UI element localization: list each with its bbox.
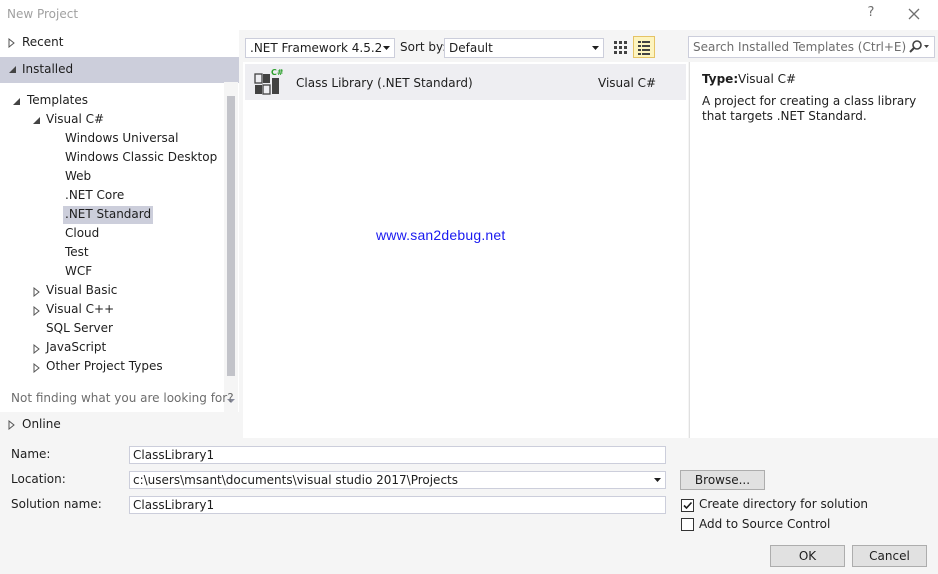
- sortby-dropdown[interactable]: Default: [444, 38, 604, 58]
- add-source-control-label[interactable]: Add to Source Control: [699, 517, 830, 531]
- name-label: Name:: [11, 447, 51, 461]
- tree-item-other-project-types[interactable]: Other Project Types: [44, 358, 165, 376]
- search-placeholder: Search Installed Templates (Ctrl+E): [693, 40, 907, 54]
- tree-item-windows-classic-desktop[interactable]: Windows Classic Desktop: [63, 149, 219, 167]
- window-title: New Project: [7, 7, 79, 21]
- small-icons-view-button[interactable]: [609, 36, 631, 58]
- template-details-panel: Type: Visual C# A project for creating a…: [689, 62, 938, 438]
- installed-section[interactable]: Installed: [0, 57, 239, 83]
- title-bar: New Project ?: [0, 0, 938, 30]
- search-icon[interactable]: [905, 39, 931, 55]
- list-view-button[interactable]: [633, 36, 655, 58]
- online-section[interactable]: Online: [0, 412, 239, 438]
- template-name: Class Library (.NET Standard): [296, 76, 473, 90]
- not-finding-text[interactable]: Not finding what you are looking for?: [11, 391, 234, 405]
- chevron-down-icon: [592, 46, 599, 50]
- checkmark-icon: [683, 501, 693, 510]
- tree-item-windows-universal[interactable]: Windows Universal: [63, 130, 180, 148]
- chevron-down-icon: [383, 46, 390, 50]
- type-label: Type:: [702, 72, 739, 86]
- chevron-right-icon[interactable]: [33, 287, 41, 297]
- class-library-icon: C#: [254, 68, 283, 95]
- project-settings-form: Name: ClassLibrary1 Location: c:\users\m…: [0, 438, 938, 574]
- chevron-down-icon[interactable]: [12, 97, 21, 106]
- tree-item-wcf[interactable]: WCF: [63, 263, 94, 281]
- create-directory-label[interactable]: Create directory for solution: [699, 497, 868, 511]
- tree-item-web[interactable]: Web: [63, 168, 93, 186]
- chevron-down-icon[interactable]: [32, 116, 41, 125]
- svg-text:C#: C#: [271, 68, 283, 77]
- tree-item-net-core[interactable]: .NET Core: [63, 187, 126, 205]
- ok-button[interactable]: OK: [770, 545, 845, 567]
- tree-item-cloud[interactable]: Cloud: [63, 225, 101, 243]
- add-source-control-checkbox[interactable]: [681, 518, 694, 531]
- recent-section[interactable]: Recent: [0, 30, 239, 56]
- tree-item-visual-basic[interactable]: Visual Basic: [44, 282, 119, 300]
- tree-item-visual-cpp[interactable]: Visual C++: [44, 301, 116, 319]
- chevron-right-icon: [8, 38, 15, 48]
- tree-item-sql-server[interactable]: SQL Server: [44, 320, 115, 338]
- tree-item-test[interactable]: Test: [63, 244, 91, 262]
- installed-label: Installed: [22, 62, 74, 76]
- solution-name-input[interactable]: ClassLibrary1: [129, 496, 666, 514]
- scrollbar-thumb[interactable]: [227, 96, 235, 376]
- close-icon: [908, 8, 920, 20]
- tree-item-javascript[interactable]: JavaScript: [44, 339, 108, 357]
- create-directory-checkbox[interactable]: [681, 499, 694, 512]
- location-label: Location:: [11, 472, 66, 486]
- template-description: A project for creating a class library t…: [702, 94, 917, 123]
- chevron-right-icon[interactable]: [33, 306, 41, 316]
- name-input[interactable]: ClassLibrary1: [129, 446, 666, 464]
- search-templates-input[interactable]: Search Installed Templates (Ctrl+E): [688, 36, 935, 58]
- recent-label: Recent: [22, 35, 64, 49]
- framework-dropdown[interactable]: .NET Framework 4.5.2: [245, 38, 395, 58]
- tree-item-visual-csharp[interactable]: Visual C#: [44, 111, 106, 129]
- solution-name-label: Solution name:: [11, 497, 102, 511]
- template-categories-panel: Recent Installed Templates Visual C# Win…: [0, 30, 239, 438]
- name-value: ClassLibrary1: [133, 448, 215, 462]
- chevron-down-icon[interactable]: [654, 478, 661, 482]
- list-view-icon: [638, 41, 650, 55]
- location-input[interactable]: c:\users\msant\documents\visual studio 2…: [129, 471, 666, 489]
- close-button[interactable]: [904, 4, 924, 24]
- chevron-right-icon[interactable]: [33, 344, 41, 354]
- template-list: C# Class Library (.NET Standard) Visual …: [243, 62, 688, 438]
- online-label: Online: [22, 417, 61, 431]
- location-value: c:\users\msant\documents\visual studio 2…: [133, 473, 458, 487]
- chevron-right-icon[interactable]: [33, 363, 41, 373]
- grid-view-icon: [614, 41, 627, 54]
- chevron-down-icon: [9, 66, 16, 73]
- template-toolbar: .NET Framework 4.5.2 Sort by: Default: [239, 30, 689, 62]
- sortby-value: Default: [449, 41, 493, 55]
- browse-button[interactable]: Browse...: [680, 470, 765, 490]
- template-row-class-library[interactable]: C# Class Library (.NET Standard) Visual …: [245, 64, 686, 100]
- tree-item-net-standard[interactable]: .NET Standard: [63, 206, 154, 224]
- framework-value: .NET Framework 4.5.2: [250, 41, 383, 55]
- sortby-label: Sort by:: [400, 40, 447, 54]
- chevron-right-icon: [8, 420, 15, 430]
- cancel-button[interactable]: Cancel: [852, 545, 927, 567]
- watermark-text: www.san2debug.net: [376, 227, 506, 243]
- tree-item-templates[interactable]: Templates: [25, 92, 90, 110]
- type-value: Visual C#: [738, 72, 797, 86]
- template-language: Visual C#: [598, 76, 657, 90]
- tree-scrollbar[interactable]: [224, 82, 238, 412]
- solution-name-value: ClassLibrary1: [133, 498, 215, 512]
- help-button[interactable]: ?: [864, 5, 878, 23]
